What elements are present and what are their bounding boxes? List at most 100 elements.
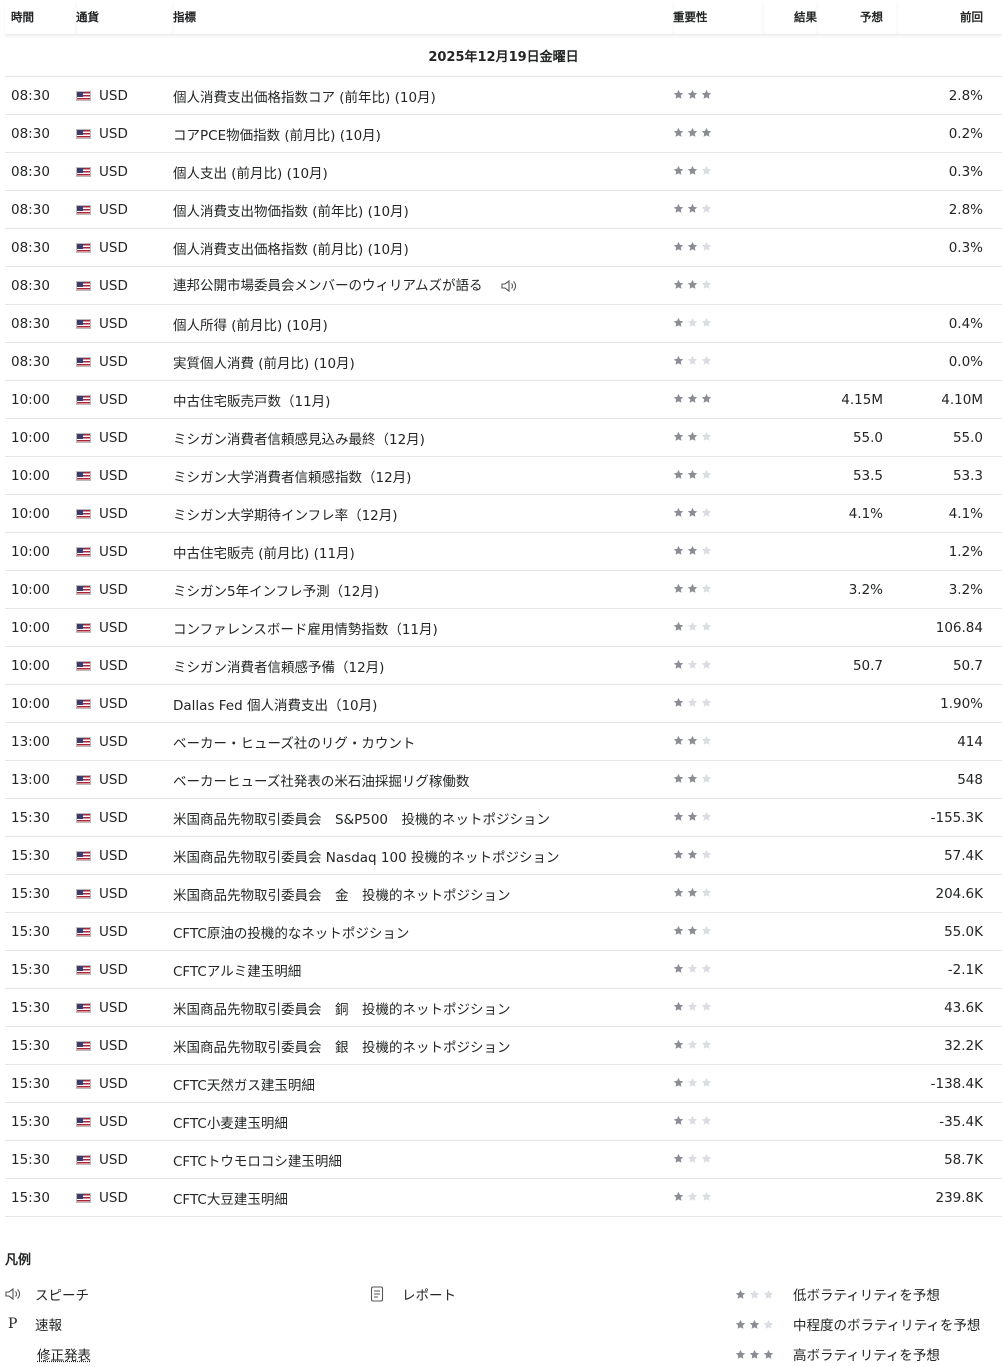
event-previous: 3.2% — [897, 570, 1002, 609]
table-row[interactable]: 15:30 USD 米国商品先物取引委員会 銅 投機的ネットポジション 43.6K — [5, 988, 1002, 1027]
table-row[interactable]: 13:00 USD ベーカー・ヒューズ社のリグ・カウント 414 — [5, 722, 1002, 761]
event-actual — [763, 304, 817, 343]
table-row[interactable]: 10:00 USD 中古住宅販売 (前月比) (11月) 1.2% — [5, 532, 1002, 571]
table-row[interactable]: 10:00 USD ミシガン消費者信頼感予備（12月) 50.7 50.7 — [5, 646, 1002, 685]
table-row[interactable]: 15:30 USD CFTCトウモロコシ建玉明細 58.7K — [5, 1140, 1002, 1179]
col-previous-header[interactable]: 前回 — [897, 0, 1002, 35]
table-row[interactable]: 15:30 USD 米国商品先物取引委員会 Nasdaq 100 投機的ネットポジシ… — [5, 836, 1002, 875]
table-row[interactable]: 08:30 USD 個人消費支出価格指数 (前月比) (10月) 0.3% — [5, 228, 1002, 267]
event-time: 10:00 — [5, 608, 76, 647]
event-name[interactable]: ベーカー・ヒューズ社のリグ・カウント — [173, 736, 415, 752]
currency-code: USD — [99, 885, 128, 902]
event-importance — [673, 836, 763, 875]
event-importance — [673, 494, 763, 533]
event-name[interactable]: Dallas Fed 個人消費支出（10月) — [173, 698, 377, 714]
table-row[interactable]: 10:00 USD ミシガン大学期待インフレ率（12月) 4.1% 4.1% — [5, 494, 1002, 533]
table-row[interactable]: 10:00 USD コンファレンスボード雇用情勢指数（11月) 106.84 — [5, 608, 1002, 647]
table-row[interactable]: 08:30 USD 個人支出 (前月比) (10月) 0.3% — [5, 152, 1002, 191]
table-row[interactable]: 15:30 USD CFTC天然ガス建玉明細 -138.4K — [5, 1064, 1002, 1103]
event-actual — [763, 950, 817, 989]
event-name[interactable]: 中古住宅販売戸数（11月) — [173, 394, 330, 410]
event-name[interactable]: CFTCトウモロコシ建玉明細 — [173, 1154, 342, 1170]
currency-code: USD — [99, 619, 128, 636]
event-importance — [673, 874, 763, 913]
event-name[interactable]: 米国商品先物取引委員会 金 投機的ネットポジション — [173, 888, 511, 904]
event-name[interactable]: 個人消費支出価格指数 (前月比) (10月) — [173, 242, 409, 258]
currency-code: USD — [99, 809, 128, 826]
event-importance — [673, 1026, 763, 1065]
star-icon — [687, 545, 698, 555]
event-name[interactable]: CFTC天然ガス建玉明細 — [173, 1078, 315, 1094]
us-flag-icon — [76, 470, 91, 481]
event-forecast: 4.15M — [817, 380, 897, 419]
table-row[interactable]: 08:30 USD 実質個人消費 (前月比) (10月) 0.0% — [5, 342, 1002, 381]
event-name[interactable]: 米国商品先物取引委員会 Nasdaq 100 投機的ネットポジション — [173, 850, 559, 866]
event-name[interactable]: 個人支出 (前月比) (10月) — [173, 166, 328, 182]
event-name[interactable]: ミシガン5年インフレ予測（12月) — [173, 584, 379, 600]
event-name[interactable]: CFTC小麦建玉明細 — [173, 1116, 288, 1132]
event-actual — [763, 646, 817, 685]
event-name[interactable]: 米国商品先物取引委員会 銅 投機的ネットポジション — [173, 1002, 511, 1018]
table-row[interactable]: 15:30 USD CFTC大豆建玉明細 239.8K — [5, 1178, 1002, 1217]
event-forecast — [817, 1140, 897, 1179]
table-row[interactable]: 15:30 USD CFTC小麦建玉明細 -35.4K — [5, 1102, 1002, 1141]
table-row[interactable]: 15:30 USD 米国商品先物取引委員会 金 投機的ネットポジション 204.6K — [5, 874, 1002, 913]
col-indicator-header[interactable]: 指標 — [173, 0, 673, 35]
currency-code: USD — [99, 353, 128, 370]
table-row[interactable]: 08:30 USD 個人消費支出物価指数 (前年比) (10月) 2.8% — [5, 190, 1002, 229]
table-row[interactable]: 15:30 USD CFTC原油の投機的なネットポジション 55.0K — [5, 912, 1002, 951]
col-time-header[interactable]: 時間 — [5, 0, 76, 35]
event-name[interactable]: CFTC大豆建玉明細 — [173, 1192, 288, 1208]
event-name[interactable]: コンファレンスボード雇用情勢指数（11月) — [173, 622, 438, 638]
event-previous: 1.90% — [897, 684, 1002, 723]
currency-code: USD — [99, 1189, 128, 1206]
table-row[interactable]: 08:30 USD 個人消費支出価格指数コア (前年比) (10月) 2.8% — [5, 76, 1002, 115]
event-time: 15:30 — [5, 988, 76, 1027]
col-forecast-header[interactable]: 予想 — [817, 0, 897, 35]
event-name[interactable]: CFTCアルミ建玉明細 — [173, 964, 301, 980]
table-row[interactable]: 10:00 USD 中古住宅販売戸数（11月) 4.15M 4.10M — [5, 380, 1002, 419]
event-name[interactable]: 米国商品先物取引委員会 S&P500 投機的ネットポジション — [173, 812, 550, 828]
event-previous: 0.2% — [897, 114, 1002, 153]
table-row[interactable]: 08:30 USD 個人所得 (前月比) (10月) 0.4% — [5, 304, 1002, 343]
table-row[interactable]: 08:30 USD 連邦公開市場委員会メンバーのウィリアムズが語る — [5, 266, 1002, 305]
legend-low-vol-label: 低ボラティリティを予想 — [793, 1288, 940, 1304]
table-row[interactable]: 10:00 USD ミシガン大学消費者信頼感指数（12月) 53.5 53.3 — [5, 456, 1002, 495]
event-name[interactable]: CFTC原油の投機的なネットポジション — [173, 926, 409, 942]
col-actual-header[interactable]: 結果 — [763, 0, 817, 35]
legend-speech-label: スピーチ — [35, 1288, 89, 1304]
event-name[interactable]: 中古住宅販売 (前月比) (11月) — [173, 546, 355, 562]
col-importance-header[interactable]: 重要性 — [673, 0, 763, 35]
table-row[interactable]: 08:30 USD コアPCE物価指数 (前月比) (10月) 0.2% — [5, 114, 1002, 153]
table-row[interactable]: 13:00 USD ベーカーヒューズ社発表の米石油採掘リグ稼働数 548 — [5, 760, 1002, 799]
event-previous: 239.8K — [897, 1178, 1002, 1217]
event-name[interactable]: 連邦公開市場委員会メンバーのウィリアムズが語る — [173, 278, 483, 294]
event-name[interactable]: ミシガン大学消費者信頼感指数（12月) — [173, 470, 411, 486]
event-previous: 50.7 — [897, 646, 1002, 685]
table-row[interactable]: 15:30 USD 米国商品先物取引委員会 銀 投機的ネットポジション 32.2K — [5, 1026, 1002, 1065]
col-currency-header[interactable]: 通貨 — [76, 0, 173, 35]
event-name[interactable]: 個人消費支出物価指数 (前年比) (10月) — [173, 204, 409, 220]
event-name[interactable]: ミシガン消費者信頼感予備（12月) — [173, 660, 384, 676]
event-name[interactable]: コアPCE物価指数 (前月比) (10月) — [173, 128, 381, 144]
event-name[interactable]: ミシガン大学期待インフレ率（12月) — [173, 508, 398, 524]
date-row: 2025年12月19日金曜日 — [5, 34, 1002, 77]
table-row[interactable]: 15:30 USD 米国商品先物取引委員会 S&P500 投機的ネットポジション -1… — [5, 798, 1002, 837]
star-icon — [701, 583, 712, 593]
event-name[interactable]: ベーカーヒューズ社発表の米石油採掘リグ稼働数 — [173, 774, 469, 790]
star-icon — [687, 469, 698, 479]
event-previous: 32.2K — [897, 1026, 1002, 1065]
event-forecast — [817, 152, 897, 191]
table-row[interactable]: 10:00 USD ミシガン5年インフレ予測（12月) 3.2% 3.2% — [5, 570, 1002, 609]
event-name[interactable]: 個人所得 (前月比) (10月) — [173, 318, 328, 334]
us-flag-icon — [76, 128, 91, 139]
table-row[interactable]: 15:30 USD CFTCアルミ建玉明細 -2.1K — [5, 950, 1002, 989]
table-row[interactable]: 10:00 USD ミシガン消費者信頼感見込み最終（12月) 55.0 55.0 — [5, 418, 1002, 457]
event-name[interactable]: 個人消費支出価格指数コア (前年比) (10月) — [173, 90, 436, 106]
event-name[interactable]: 実質個人消費 (前月比) (10月) — [173, 356, 355, 372]
event-forecast — [817, 304, 897, 343]
event-indicator: CFTC原油の投機的なネットポジション — [173, 912, 673, 951]
event-name[interactable]: 米国商品先物取引委員会 銀 投機的ネットポジション — [173, 1040, 511, 1056]
table-row[interactable]: 10:00 USD Dallas Fed 個人消費支出（10月) 1.90% — [5, 684, 1002, 723]
event-name[interactable]: ミシガン消費者信頼感見込み最終（12月) — [173, 432, 425, 448]
